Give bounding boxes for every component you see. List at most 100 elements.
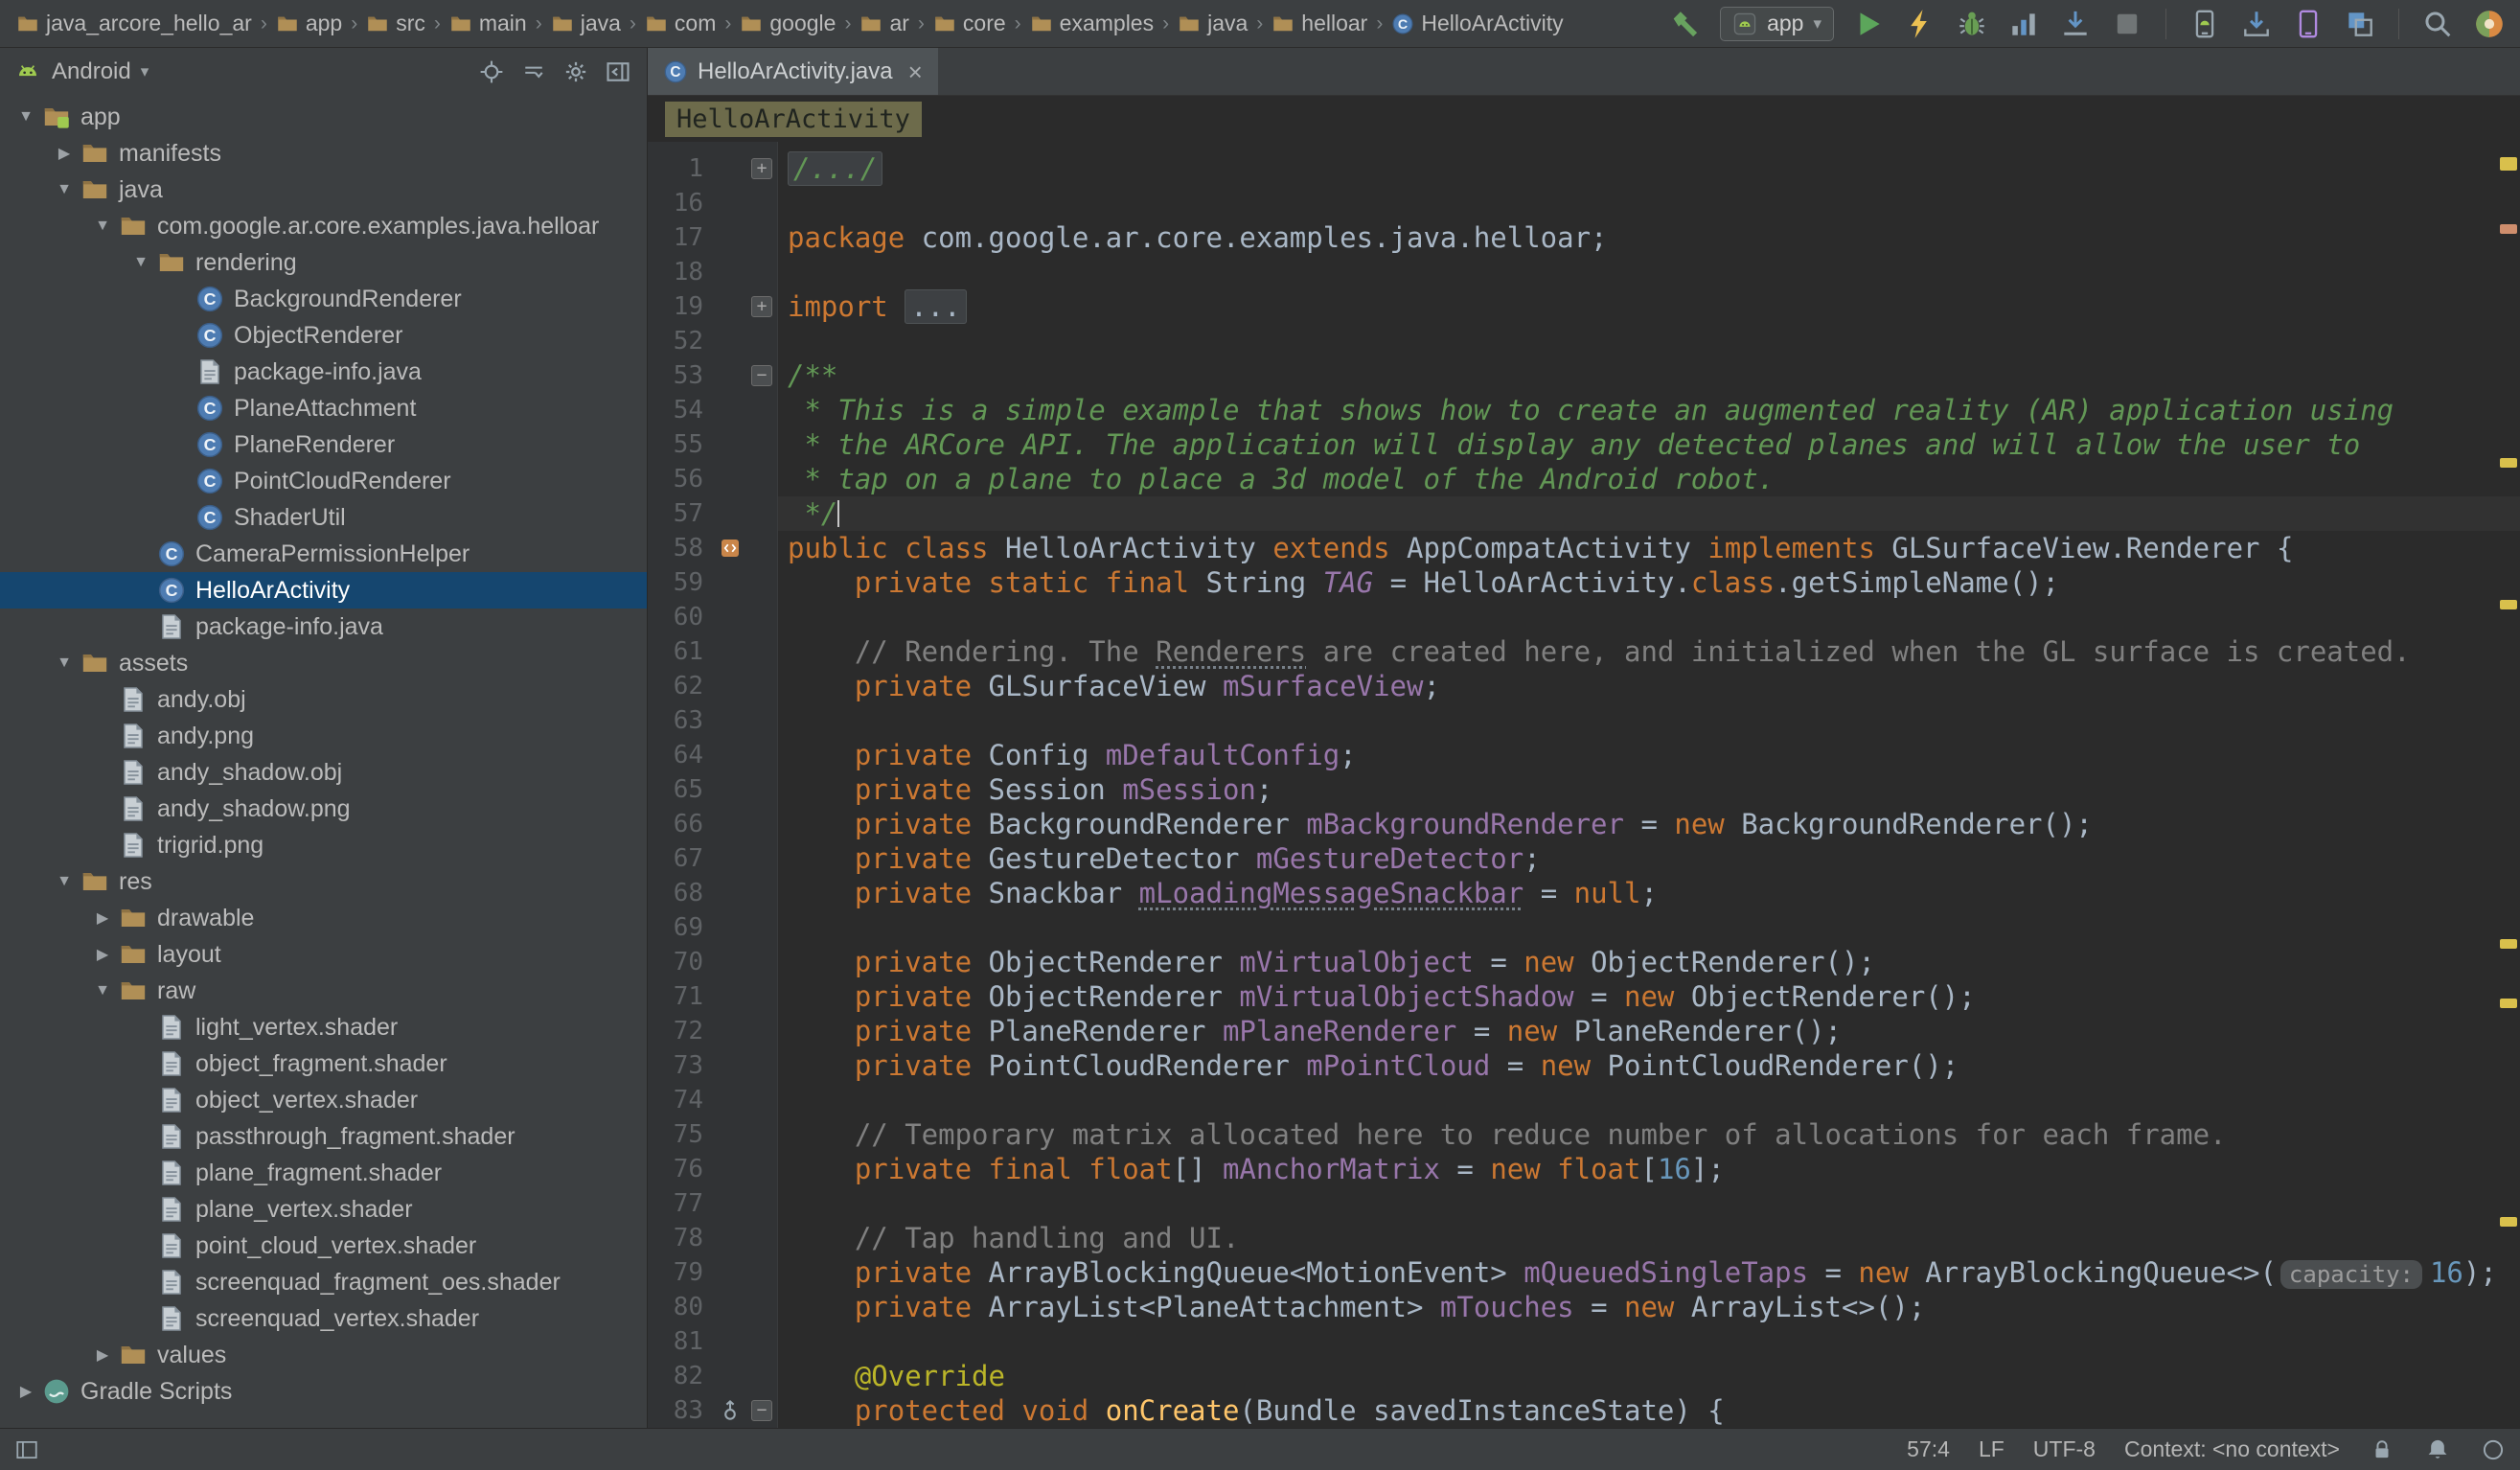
tree-item[interactable]: andy_shadow.png [0,791,647,827]
tree-item[interactable]: CShaderUtil [0,499,647,536]
line-number[interactable]: 82 [648,1359,715,1393]
tree-chevron-icon[interactable]: ▼ [125,254,157,271]
tree-chevron-icon[interactable]: ▶ [86,1345,119,1365]
line-number[interactable]: 72 [648,1014,715,1048]
line-number[interactable]: 56 [648,462,715,496]
line-number[interactable]: 1 [648,151,715,186]
event-log-icon[interactable] [2424,1436,2451,1463]
toolwindow-toggle-icon[interactable] [13,1436,40,1463]
line-number[interactable]: 76 [648,1152,715,1186]
code-line[interactable]: 1+/.../ [648,151,2520,186]
locate-file-icon[interactable] [476,57,507,87]
tree-item[interactable]: ▼rendering [0,244,647,281]
code-line[interactable]: 79 private ArrayBlockingQueue<MotionEven… [648,1255,2520,1290]
line-number[interactable]: 58 [648,531,715,565]
tree-item[interactable]: light_vertex.shader [0,1009,647,1045]
breadcrumb-item[interactable]: java [548,11,624,36]
context-indicator[interactable]: Context: <no context> [2124,1436,2340,1462]
fold-plus-icon[interactable]: + [745,289,778,324]
override-icon[interactable] [715,1393,745,1428]
code-line[interactable]: 53−/** [648,358,2520,393]
build-hammer-icon[interactable] [1668,7,1703,41]
breadcrumb-item[interactable]: google [737,11,838,36]
profiler-button[interactable] [2006,7,2041,41]
tree-item[interactable]: ▶manifests [0,135,647,172]
code-line[interactable]: 81 [648,1324,2520,1359]
tree-item[interactable]: ▼com.google.ar.core.examples.java.helloa… [0,208,647,244]
run-configuration-select[interactable]: app▾ [1720,7,1834,41]
code-line[interactable]: 60 [648,600,2520,634]
code-line[interactable]: 77 [648,1186,2520,1221]
close-icon[interactable]: × [908,59,923,84]
line-number[interactable]: 18 [648,255,715,289]
code-line[interactable]: 17package com.google.ar.core.examples.ja… [648,220,2520,255]
breadcrumb-item[interactable]: ar [857,11,911,36]
tree-item[interactable]: ▶layout [0,936,647,973]
breadcrumb-item[interactable]: core [930,11,1009,36]
hide-panel-icon[interactable] [603,57,633,87]
tree-chevron-icon[interactable]: ▼ [86,218,119,235]
line-number[interactable]: 52 [648,324,715,358]
line-number[interactable]: 67 [648,841,715,876]
breadcrumb-item[interactable]: java_arcore_hello_ar [13,11,255,36]
breadcrumb-item[interactable]: CHelloArActivity [1388,11,1566,36]
code-editor[interactable]: 1+/.../1617package com.google.ar.core.ex… [648,142,2520,1428]
line-number[interactable]: 17 [648,220,715,255]
code-line[interactable]: 78 // Tap handling and UI. [648,1221,2520,1255]
code-line[interactable]: 54 * This is a simple example that shows… [648,393,2520,427]
line-number[interactable]: 70 [648,945,715,979]
line-number[interactable]: 71 [648,979,715,1014]
code-line[interactable]: 57 */ [648,496,2520,531]
code-line[interactable]: 64 private Config mDefaultConfig; [648,738,2520,772]
tree-item[interactable]: package-info.java [0,609,647,645]
tree-chevron-icon[interactable]: ▼ [48,873,80,890]
lock-icon[interactable] [2369,1436,2395,1463]
tree-item[interactable]: CCameraPermissionHelper [0,536,647,572]
code-line[interactable]: 70 private ObjectRenderer mVirtualObject… [648,945,2520,979]
code-line[interactable]: 80 private ArrayList<PlaneAttachment> mT… [648,1290,2520,1324]
run-button[interactable] [1851,7,1886,41]
caret-position[interactable]: 57:4 [1907,1436,1950,1462]
line-number[interactable]: 60 [648,600,715,634]
breadcrumb-class[interactable]: HelloArActivity [665,102,922,137]
line-separator-indicator[interactable]: LF [1979,1436,2005,1462]
tree-item[interactable]: passthrough_fragment.shader [0,1118,647,1155]
code-line[interactable]: 61 // Rendering. The Renderers are creat… [648,634,2520,669]
breadcrumb-item[interactable]: examples [1027,11,1157,36]
tree-chevron-icon[interactable]: ▶ [10,1382,42,1401]
tree-item[interactable]: ▼app [0,99,647,135]
class-marker-icon[interactable] [715,531,745,565]
apply-changes-icon[interactable] [1903,7,1937,41]
tree-item[interactable]: CObjectRenderer [0,317,647,354]
breadcrumb-item[interactable]: src [363,11,428,36]
layout-inspector-icon[interactable] [2343,7,2377,41]
tree-item[interactable]: ▼raw [0,973,647,1009]
line-number[interactable]: 69 [648,910,715,945]
line-number[interactable]: 66 [648,807,715,841]
code-line[interactable]: 63 [648,703,2520,738]
tree-item[interactable]: ▶values [0,1337,647,1373]
code-line[interactable]: 59 private static final String TAG = Hel… [648,565,2520,600]
tree-chevron-icon[interactable]: ▶ [86,908,119,928]
code-line[interactable]: 75 // Temporary matrix allocated here to… [648,1117,2520,1152]
line-number[interactable]: 62 [648,669,715,703]
tree-chevron-icon[interactable]: ▼ [10,108,42,126]
code-line[interactable]: 58public class HelloArActivity extends A… [648,531,2520,565]
code-line[interactable]: 19+import ... [648,289,2520,324]
line-number[interactable]: 64 [648,738,715,772]
tree-item[interactable]: ▼java [0,172,647,208]
fold-minus-icon[interactable]: − [745,1393,778,1428]
stop-button[interactable] [2110,7,2144,41]
collapse-all-icon[interactable] [518,57,549,87]
breadcrumb-item[interactable]: helloar [1269,11,1370,36]
line-number[interactable]: 68 [648,876,715,910]
tree-item[interactable]: package-info.java [0,354,647,390]
breadcrumb-item[interactable]: java [1175,11,1250,36]
tree-item[interactable]: ▶Gradle Scripts [0,1373,647,1410]
tree-item[interactable]: CBackgroundRenderer [0,281,647,317]
line-number[interactable]: 55 [648,427,715,462]
line-number[interactable]: 65 [648,772,715,807]
tree-item[interactable]: CPlaneRenderer [0,426,647,463]
tree-item[interactable]: andy.obj [0,681,647,718]
code-line[interactable]: 76 private final float[] mAnchorMatrix =… [648,1152,2520,1186]
